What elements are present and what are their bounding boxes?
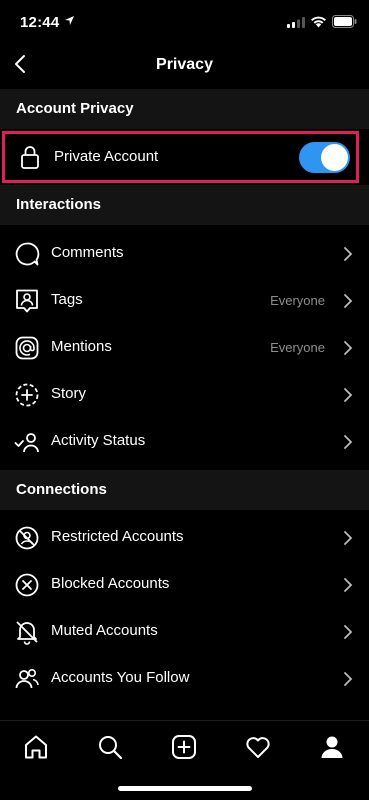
chevron-right-icon [344, 435, 353, 449]
chevron-right-icon [344, 531, 353, 545]
page-title: Privacy [156, 56, 213, 73]
profile-icon[interactable] [318, 733, 346, 761]
private-account-toggle[interactable] [299, 142, 350, 173]
row-mentions[interactable]: Mentions Everyone [0, 324, 369, 371]
nav-header: Privacy [0, 44, 369, 88]
activity-status-icon [14, 433, 39, 453]
row-label-mentions: Mentions [51, 338, 112, 355]
chevron-right-icon [344, 672, 353, 686]
section-header-interactions: Interactions [0, 185, 369, 225]
chevron-right-icon [344, 625, 353, 639]
row-value-tags: Everyone [270, 293, 325, 308]
privacy-screen: 12:44 Privacy Account Privacy Private Ac… [0, 0, 369, 800]
chevron-right-icon [344, 388, 353, 402]
signal-icon [287, 17, 305, 28]
row-value-mentions: Everyone [270, 340, 325, 355]
row-label-restricted-accounts: Restricted Accounts [51, 528, 184, 545]
chevron-right-icon [344, 578, 353, 592]
row-label-muted-accounts: Muted Accounts [51, 622, 158, 639]
search-icon[interactable] [96, 733, 124, 761]
battery-icon [332, 15, 357, 28]
restricted-icon [15, 526, 39, 550]
row-label-tags: Tags [51, 291, 83, 308]
row-label-activity-status: Activity Status [51, 432, 146, 449]
location-arrow-icon [65, 16, 74, 25]
row-comments[interactable]: Comments [0, 230, 369, 277]
activity-heart-icon[interactable] [244, 733, 272, 761]
chevron-right-icon [344, 294, 353, 308]
home-indicator [118, 786, 252, 791]
lock-icon [21, 146, 39, 169]
status-bar: 12:44 [0, 0, 369, 44]
row-story[interactable]: Story [0, 371, 369, 418]
following-icon [15, 668, 39, 689]
row-accounts-you-follow[interactable]: Accounts You Follow [0, 655, 369, 702]
row-label-story: Story [51, 385, 87, 402]
new-post-icon[interactable] [170, 733, 198, 761]
chevron-right-icon [344, 247, 353, 261]
row-label-accounts-you-follow: Accounts You Follow [51, 669, 190, 686]
at-sign-icon [15, 336, 39, 360]
chevron-right-icon [344, 341, 353, 355]
row-restricted-accounts[interactable]: Restricted Accounts [0, 514, 369, 561]
blocked-icon [15, 573, 39, 597]
row-label-comments: Comments [51, 244, 124, 261]
row-activity-status[interactable]: Activity Status [0, 418, 369, 465]
private-account-row[interactable]: Private Account [2, 131, 359, 183]
status-time: 12:44 [20, 14, 60, 31]
home-icon[interactable] [22, 733, 50, 761]
row-blocked-accounts[interactable]: Blocked Accounts [0, 561, 369, 608]
section-header-connections: Connections [0, 470, 369, 510]
muted-bell-icon [16, 621, 38, 645]
row-label-blocked-accounts: Blocked Accounts [51, 575, 170, 592]
story-add-icon [15, 383, 39, 407]
section-header-account-privacy: Account Privacy [0, 89, 369, 129]
toggle-knob [321, 144, 348, 171]
comment-bubble-icon [15, 242, 40, 266]
wifi-icon [311, 16, 326, 28]
row-tags[interactable]: Tags Everyone [0, 277, 369, 324]
row-muted-accounts[interactable]: Muted Accounts [0, 608, 369, 655]
tag-person-icon [16, 289, 38, 313]
private-account-label: Private Account [54, 148, 159, 165]
